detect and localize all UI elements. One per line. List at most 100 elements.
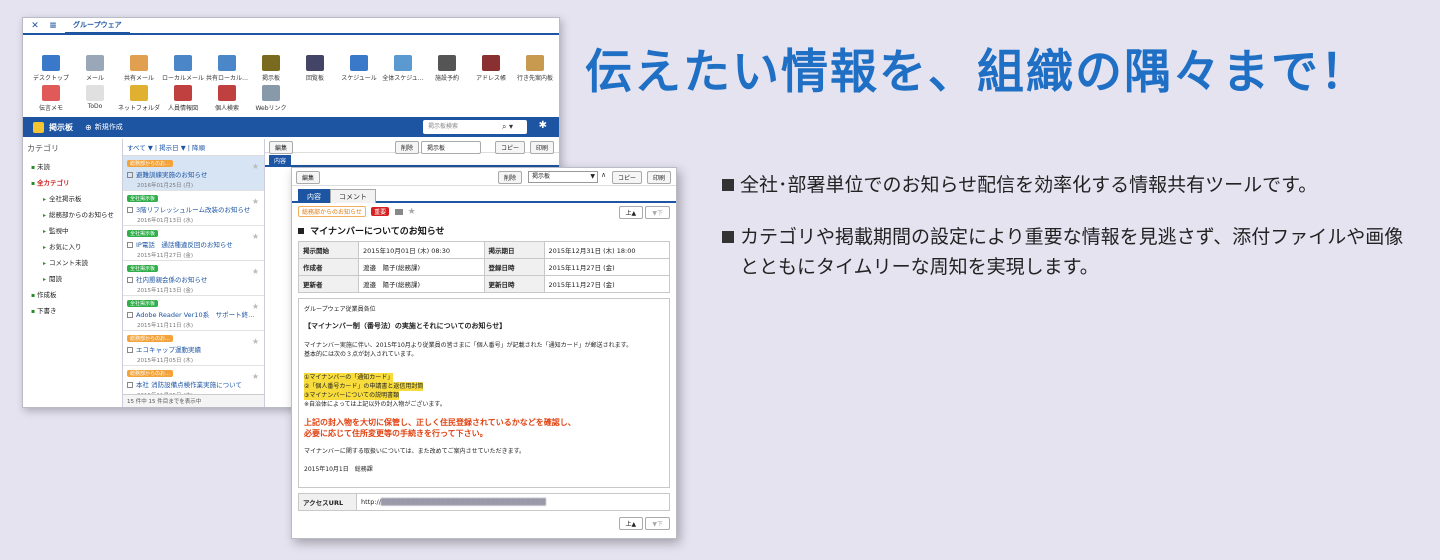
category-tag: 総務部からのお… bbox=[127, 370, 174, 377]
meta-value: 2015年11月27日 (金) bbox=[543, 275, 670, 293]
menu-icon[interactable]: ≡ bbox=[47, 21, 59, 31]
list-item-title: 本社 消防設備点検作業実施について bbox=[127, 379, 260, 389]
sidebar-item-label: 全社掲示板 bbox=[49, 195, 82, 203]
checkbox[interactable] bbox=[127, 312, 133, 318]
category-tag[interactable]: 総務部からのお知らせ bbox=[298, 206, 366, 217]
camera-icon bbox=[395, 208, 404, 215]
meta-value: 2015年11月27日 (金) bbox=[543, 258, 670, 276]
next-post-button[interactable]: ▼下 bbox=[645, 517, 670, 530]
content-closing: マイナンバーに関する取扱いについては、また改めてご案内させていただきます。 bbox=[304, 448, 525, 455]
sidebar-item[interactable]: ▸ 全社掲示板 bbox=[23, 190, 122, 206]
tab-groupware[interactable]: グループウェア bbox=[65, 18, 130, 34]
checkbox[interactable] bbox=[127, 347, 133, 353]
list-item[interactable]: 総務部からのお… エコキャップ運動実績 2015年11月05日 (木) ★ bbox=[123, 331, 264, 366]
sidebar-item[interactable]: ▪ 作成板 bbox=[23, 286, 122, 302]
search-placeholder: 掲示板検索 bbox=[428, 123, 459, 130]
sidebar-item-label: お気に入り bbox=[49, 243, 82, 251]
sidebar-item-label: 総務部からのお知らせ bbox=[49, 211, 114, 219]
board-header-bar: 掲示板 ⊕ 新規作成 掲示板検索 ⌕ ▾ ✱ bbox=[23, 117, 559, 137]
chevron-up-icon[interactable]: ∧ bbox=[601, 171, 606, 179]
window-tab-bar: ✕ ≡ グループウェア bbox=[23, 18, 559, 35]
content-heading: 【マイナンバー制（番号法）の実施とそれについてのお知らせ】 bbox=[304, 322, 507, 330]
list-item-title-text: 3階リフレッシュルーム改装のお知らせ bbox=[136, 206, 251, 214]
edit-button[interactable]: 編集 bbox=[296, 171, 321, 184]
tab-comments[interactable]: コメント bbox=[330, 189, 376, 203]
next-post-button[interactable]: ▼下 bbox=[645, 206, 670, 219]
prev-post-button[interactable]: 上▲ bbox=[618, 206, 644, 219]
board-search-input[interactable]: 掲示板検索 ⌕ ▾ bbox=[423, 120, 527, 134]
meta-value: 2015年10月01日 (木) 08:30 bbox=[358, 241, 485, 259]
enclosure-list: ①マイナンバーの「通知カード」 ②「個人番号カード」の申請書と返信用封筒 ③マイ… bbox=[304, 373, 664, 400]
print-button[interactable]: 印刷 bbox=[647, 171, 672, 184]
star-icon[interactable]: ★ bbox=[252, 337, 259, 346]
address-book-icon bbox=[482, 55, 500, 71]
star-icon[interactable]: ★ bbox=[252, 232, 259, 241]
calendar-icon bbox=[350, 55, 368, 71]
tab-content[interactable]: 内容 bbox=[298, 189, 330, 203]
star-icon[interactable]: ★ bbox=[252, 372, 259, 381]
list-item[interactable]: 全社掲示板 Adobe Reader Ver10系 サポート終… 2015年11月1… bbox=[123, 296, 264, 331]
detail-toolbar: 編集 削除 掲示板 ▼ ∧ コピー 印刷 bbox=[292, 168, 676, 186]
board-title: 掲示板 bbox=[49, 122, 73, 132]
sidebar-item-label: 下書き bbox=[37, 307, 57, 315]
access-url-value[interactable]: http://█████████████████████████████████ bbox=[356, 493, 670, 511]
category-sidebar: カテゴリ ▪ 未読 ▪ 全カテゴリ ▸ 全社掲示板 ▸ 総務部からのお知らせ ▸ 監視中 ▸ お気に入… bbox=[23, 139, 123, 407]
star-icon[interactable]: ★ bbox=[252, 267, 259, 276]
app-destination[interactable]: 行き先案内板 bbox=[507, 55, 559, 82]
app-weblink[interactable]: Webリンク bbox=[243, 85, 299, 112]
category-tag: 総務部からのお… bbox=[127, 160, 174, 167]
url-blurred: █████████████████████████████████ bbox=[380, 498, 546, 506]
list-item-title: 3階リフレッシュルーム改装のお知らせ bbox=[127, 204, 260, 214]
board-select[interactable]: 掲示板 ▼ bbox=[528, 171, 598, 183]
access-url-label: アクセスURL bbox=[298, 493, 357, 511]
org-icon bbox=[174, 85, 192, 101]
sidebar-item[interactable]: ▪ 全カテゴリ bbox=[23, 174, 122, 190]
meta-label: 掲示開始 bbox=[298, 241, 359, 259]
chevron-down-icon: ▼ bbox=[590, 173, 595, 180]
sidebar-item[interactable]: ▸ 閲読 bbox=[23, 270, 122, 286]
copy-button[interactable]: コピー bbox=[612, 171, 643, 184]
list-item[interactable]: 全社掲示板 3階リフレッシュルーム改装のお知らせ 2016年01月13日 (水) ★ bbox=[123, 191, 264, 226]
app-label: 行き先案内板 bbox=[516, 75, 553, 82]
tab-content[interactable]: 内容 bbox=[269, 155, 292, 166]
sidebar-item[interactable]: ▸ 監視中 bbox=[23, 222, 122, 238]
close-icon[interactable]: ✕ bbox=[29, 21, 41, 31]
shared-local-icon bbox=[218, 55, 236, 71]
list-item[interactable]: 総務部からのお… 避難訓練実施のお知らせ 2016年01月25日 (月) ★ bbox=[123, 156, 264, 191]
checkbox[interactable] bbox=[127, 242, 133, 248]
checkbox[interactable] bbox=[127, 277, 133, 283]
destination-icon bbox=[526, 55, 544, 71]
sidebar-item[interactable]: ▸ 総務部からのお知らせ bbox=[23, 206, 122, 222]
checkbox[interactable] bbox=[127, 207, 133, 213]
list-item[interactable]: 全社掲示板 社内懇親会係のお知らせ 2015年11月13日 (金) ★ bbox=[123, 261, 264, 296]
checkbox[interactable] bbox=[127, 382, 133, 388]
search-icon[interactable]: ⌕ ▾ bbox=[502, 120, 513, 134]
memo-icon bbox=[42, 85, 60, 101]
checkbox[interactable] bbox=[127, 172, 133, 178]
new-post-button[interactable]: 新規作成 bbox=[95, 122, 123, 132]
star-icon[interactable]: ★ bbox=[252, 302, 259, 311]
content-signature: 2015年10月1日 総務課 bbox=[304, 466, 373, 473]
gear-icon[interactable]: ✱ bbox=[539, 120, 547, 131]
sidebar-item[interactable]: ▸ コメント未読 bbox=[23, 254, 122, 270]
prev-post-button[interactable]: 上▲ bbox=[618, 517, 644, 530]
sidebar-item[interactable]: ▪ 未読 bbox=[23, 158, 122, 174]
star-icon[interactable]: ★ bbox=[252, 197, 259, 206]
star-icon[interactable]: ★ bbox=[252, 162, 259, 171]
enclosure-item: ③マイナンバーについての説明書類 bbox=[304, 391, 400, 400]
post-title: マイナンバーについてのお知らせ bbox=[298, 224, 670, 237]
list-item[interactable]: 全社掲示板 IP電話 通話種違反回のお知らせ 2015年11月27日 (金) ★ bbox=[123, 226, 264, 261]
content-para: マイナンバー実施に伴い、2015年10月より従業員の皆さまに「個人番号」が記載さ… bbox=[304, 342, 633, 349]
list-sort-header[interactable]: すべて ▼ | 掲示日 ▼ | 降順 bbox=[123, 139, 264, 156]
content-greeting: グループウェア従業員各位 bbox=[304, 306, 376, 313]
url-prefix: http:// bbox=[361, 498, 381, 506]
sidebar-item[interactable]: ▸ お気に入り bbox=[23, 238, 122, 254]
meta-label: 登録日時 bbox=[483, 258, 545, 276]
delete-button[interactable]: 削除 bbox=[498, 171, 523, 184]
category-tag: 全社掲示板 bbox=[127, 230, 159, 237]
list-item-title-text: Adobe Reader Ver10系 サポート終… bbox=[136, 311, 255, 319]
enclosure-item: ①マイナンバーの「通知カード」 bbox=[304, 373, 394, 382]
sidebar-item[interactable]: ▪ 下書き bbox=[23, 302, 122, 318]
star-icon[interactable]: ★ bbox=[408, 207, 416, 217]
board-icon bbox=[262, 55, 280, 71]
